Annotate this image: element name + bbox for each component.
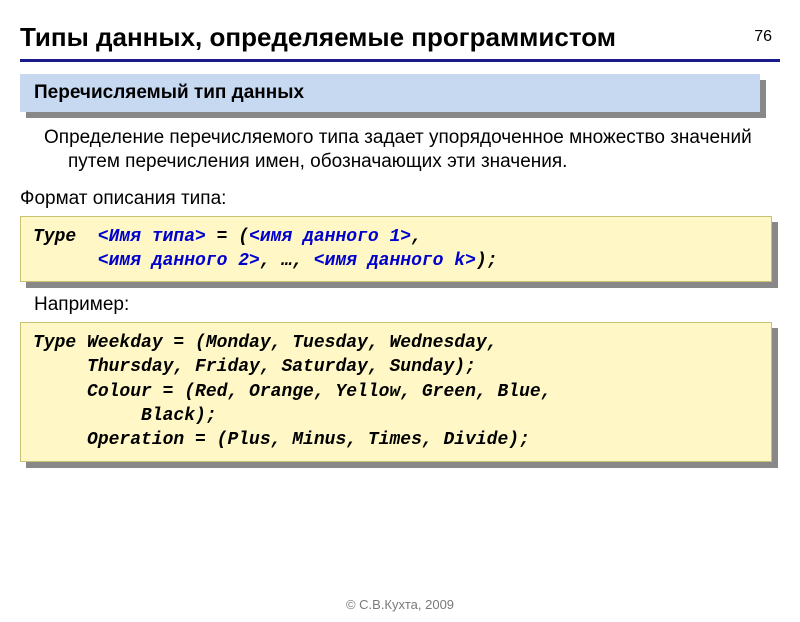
code-block-example: Type Weekday = (Monday, Tuesday, Wednesd… [20, 322, 772, 461]
title-underline [20, 59, 780, 62]
subtitle: Перечисляемый тип данных [20, 74, 760, 112]
code-format: Type <Имя типа> = (<имя данного 1>, <имя… [20, 216, 772, 283]
example-label: Например: [34, 294, 780, 316]
code-text: = ( [206, 227, 249, 247]
code-text: , …, [260, 251, 314, 271]
code-meta: <Имя типа> [98, 227, 206, 247]
code-meta: <имя данного k> [314, 251, 476, 271]
code-example: Type Weekday = (Monday, Tuesday, Wednesd… [20, 322, 772, 461]
code-meta: <имя данного 2> [98, 251, 260, 271]
slide-title: Типы данных, определяемые программистом [20, 22, 780, 53]
page-number: 76 [754, 28, 772, 46]
body-text: Определение перечисляемого типа задает у… [44, 126, 760, 174]
code-meta: <имя данного 1> [249, 227, 411, 247]
subtitle-box: Перечисляемый тип данных [20, 74, 760, 112]
code-block-format: Type <Имя типа> = (<имя данного 1>, <имя… [20, 216, 772, 283]
footer-copyright: © С.В.Кухта, 2009 [0, 597, 800, 612]
code-kw: Type [33, 227, 98, 247]
code-text: ); [476, 251, 498, 271]
format-label: Формат описания типа: [20, 188, 780, 210]
